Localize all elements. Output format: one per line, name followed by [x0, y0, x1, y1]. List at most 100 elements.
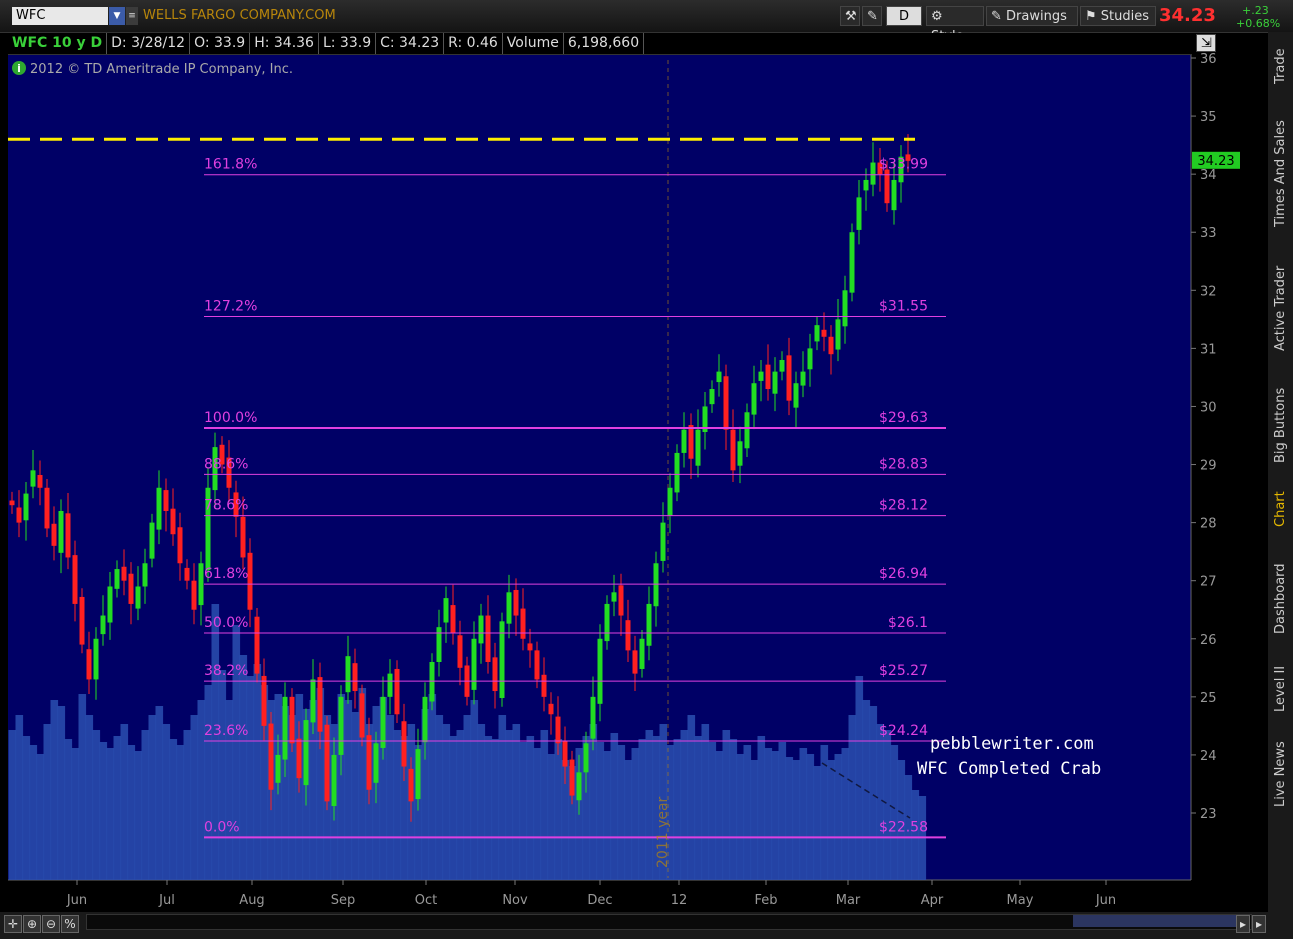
candle-body [772, 371, 778, 394]
x-tick-label: Jun [1095, 893, 1116, 908]
candle-body [653, 563, 659, 607]
volume-bar [540, 730, 549, 880]
tab-live-news[interactable]: Live News [1268, 730, 1293, 818]
candle-body [156, 487, 162, 530]
candle-body [744, 412, 750, 449]
candle-body [541, 674, 547, 697]
fib-level-price: $26.1 [888, 615, 928, 631]
candle-body [51, 523, 57, 546]
candle-body [751, 383, 757, 415]
fib-level-price: $26.94 [879, 566, 928, 582]
volume-bar [239, 655, 248, 880]
y-tick-label: 33 [1200, 226, 1217, 241]
candle-body [450, 605, 456, 633]
volume-bar [624, 760, 633, 880]
tab-big-buttons[interactable]: Big Buttons [1268, 376, 1293, 474]
price-chart[interactable]: 23 24 25 26 27 28 29 30 31 32 33 34 35 36 Jun Jul Aug Sep… [0, 0, 1293, 939]
candle-body [65, 513, 71, 558]
tab-level-ii[interactable]: Level II [1268, 658, 1293, 720]
tab-trade[interactable]: Trade [1268, 36, 1293, 96]
volume-bar [176, 745, 185, 880]
candle-body [394, 668, 400, 715]
volume-bar [736, 754, 745, 880]
candle-body [261, 675, 267, 726]
volume-bar [743, 745, 752, 880]
y-tick-label: 36 [1200, 52, 1217, 67]
candle-body [569, 759, 575, 796]
tab-dashboard[interactable]: Dashboard [1268, 552, 1293, 646]
scroll-right-icon[interactable]: ▸ [1236, 915, 1250, 933]
y-tick-label: 34 [1200, 168, 1217, 183]
candle-body [513, 589, 519, 616]
volume-bar [603, 751, 612, 880]
volume-bar [155, 706, 164, 880]
volume-bar [491, 739, 500, 880]
volume-bar [470, 700, 479, 880]
candle-body [177, 527, 183, 564]
volume-bar [848, 715, 857, 880]
candle-body [30, 470, 36, 487]
volume-bar [393, 730, 402, 880]
fib-level-percent: 61.8% [204, 566, 248, 582]
candle-body [555, 716, 561, 744]
candle-body [198, 563, 204, 606]
x-tick-label: Apr [921, 893, 944, 908]
zoom-in-icon[interactable]: ⊕ [23, 915, 41, 933]
tab-chart[interactable]: Chart [1268, 482, 1293, 536]
scroll-end-icon[interactable]: ▸ [1252, 915, 1266, 933]
volume-bar [218, 670, 227, 880]
volume-bar [883, 730, 892, 880]
volume-bar [554, 739, 563, 880]
candle-body [254, 616, 260, 674]
volume-bar [449, 736, 458, 880]
volume-bar [134, 751, 143, 880]
volume-bar [680, 730, 689, 880]
fib-level-price: $24.24 [879, 723, 928, 739]
x-tick-label: Jul [158, 893, 175, 908]
x-tick-label: Mar [836, 893, 861, 908]
tab-active-trader[interactable]: Active Trader [1268, 252, 1293, 364]
volume-bar [673, 739, 682, 880]
percent-icon[interactable]: % [61, 915, 79, 933]
volume-bar [344, 700, 353, 880]
volume-bar [57, 706, 66, 880]
candle-body [471, 638, 477, 690]
pan-icon[interactable]: ✛ [4, 915, 22, 933]
year-marker-label: 2011 year [655, 796, 671, 868]
fib-level-percent: 38.2% [204, 663, 248, 679]
tab-times-and-sales[interactable]: Times And Sales [1268, 108, 1293, 240]
candle-body [359, 693, 365, 738]
volume-bar [890, 745, 899, 880]
candle-body [9, 500, 15, 506]
candle-body [646, 603, 652, 646]
candle-body [275, 754, 281, 783]
candle-body [800, 371, 806, 386]
volume-bar [750, 760, 759, 880]
volume-bar [757, 736, 766, 880]
volume-bar [512, 724, 521, 880]
candle-body [338, 696, 344, 755]
annotation-pattern: WFC Completed Crab [917, 759, 1101, 779]
volume-bar [792, 760, 801, 880]
candle-body [870, 162, 876, 185]
candle-body [191, 580, 197, 610]
volume-bar [64, 739, 73, 880]
volume-bar [141, 730, 150, 880]
x-tick-label: Nov [502, 893, 528, 908]
volume-bar [477, 724, 486, 880]
scrollbar-thumb[interactable] [1073, 915, 1239, 927]
candle-body [506, 592, 512, 624]
y-tick-label: 24 [1200, 749, 1217, 764]
fib-level-price: $25.27 [879, 663, 928, 679]
candle-body [576, 772, 582, 801]
candle-body [793, 383, 799, 408]
x-tick-label: Aug [239, 893, 264, 908]
zoom-out-icon[interactable]: ⊖ [42, 915, 60, 933]
volume-bar [694, 736, 703, 880]
fib-level-percent: 50.0% [204, 615, 248, 631]
volume-bar [631, 748, 640, 880]
volume-bar [715, 751, 724, 880]
candle-body [128, 573, 134, 604]
volume-bar [15, 715, 24, 880]
candle-body [478, 615, 484, 644]
